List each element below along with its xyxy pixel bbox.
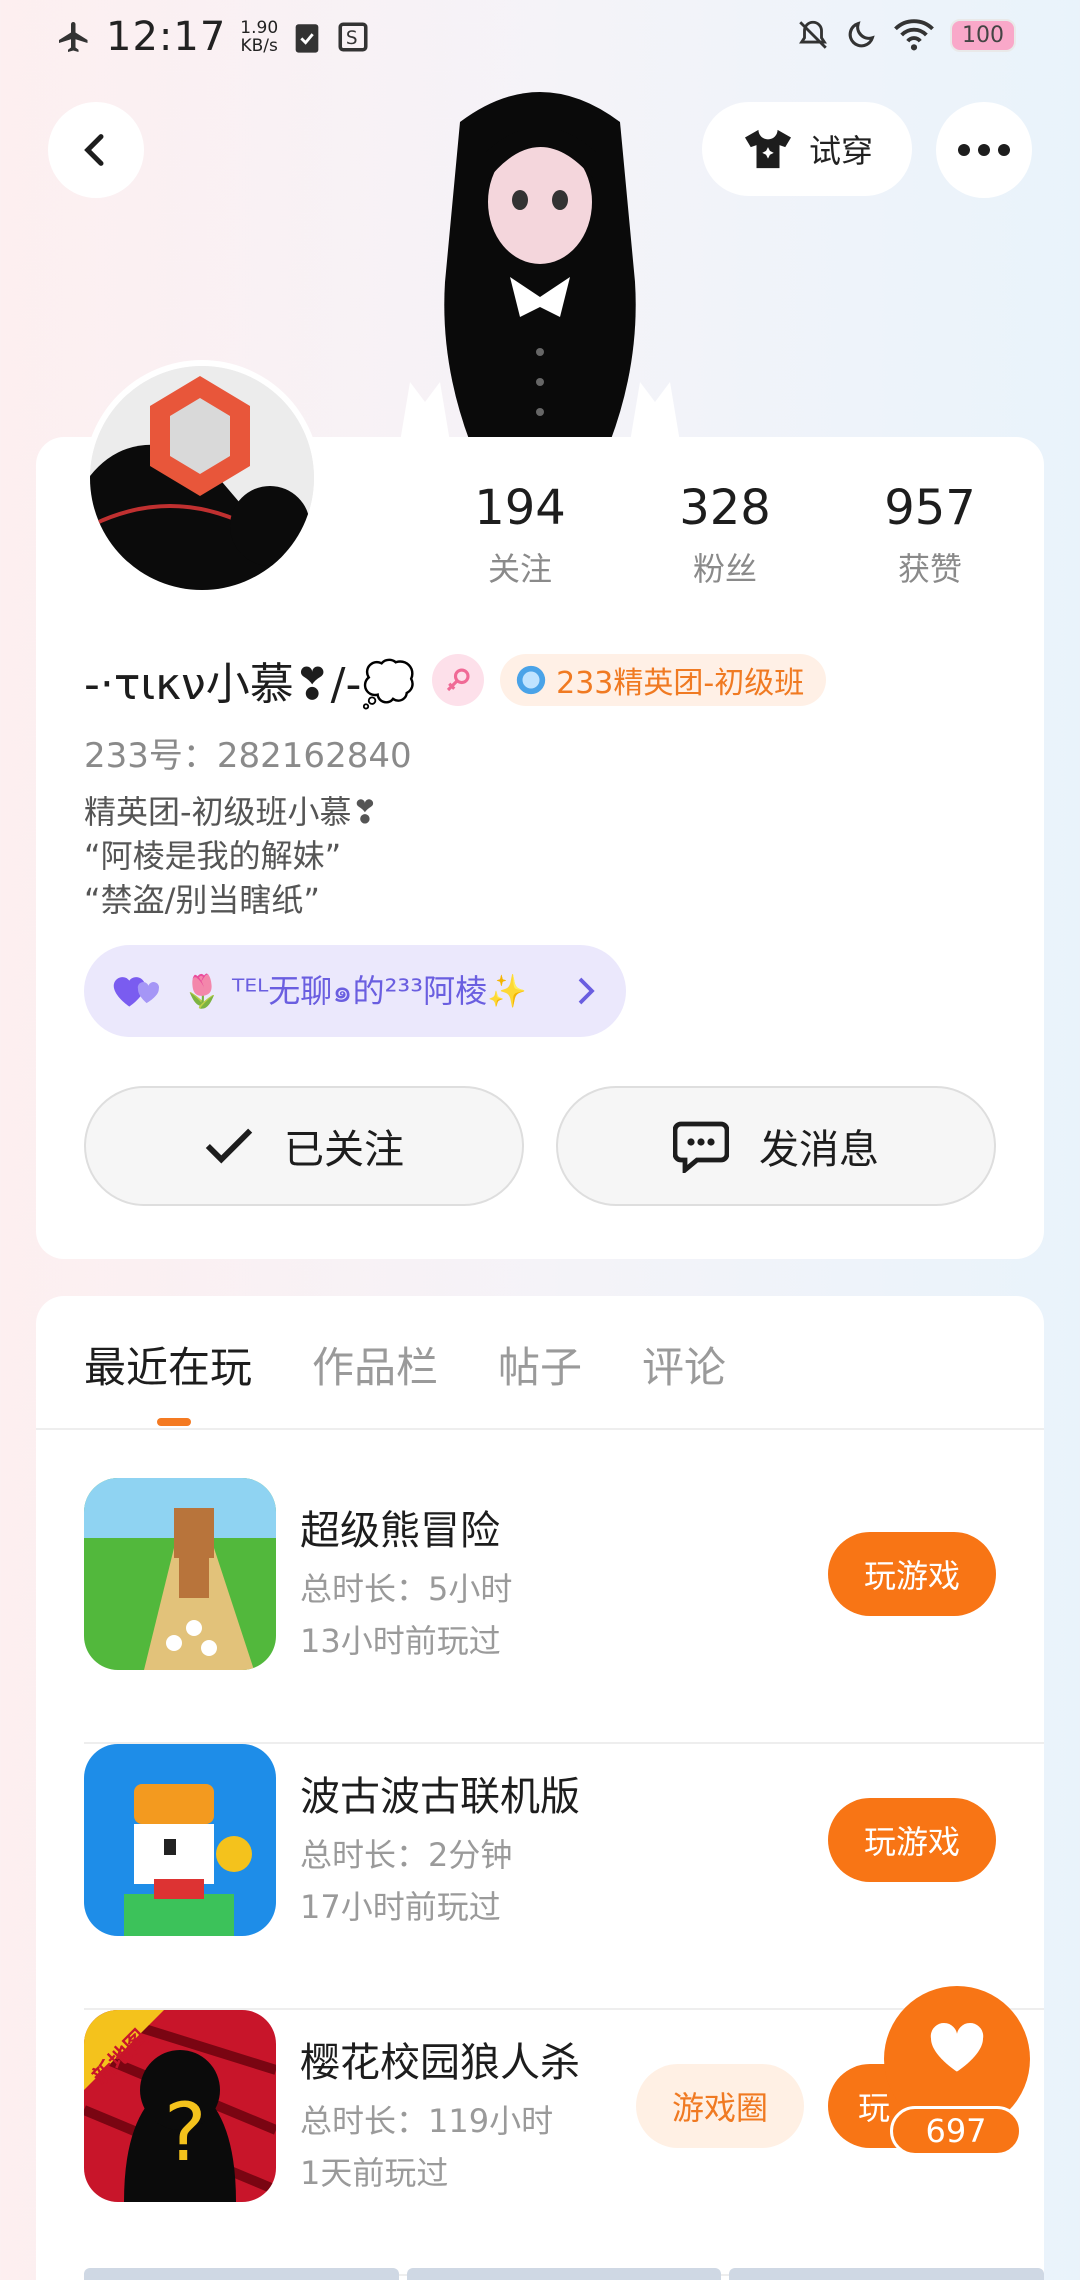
more-dots-icon — [958, 144, 1010, 156]
family-link[interactable]: 🌷 ᵀᴱᴸ无聊๑的²³³阿棱✨ — [84, 945, 626, 1037]
back-button[interactable] — [48, 102, 144, 198]
bio-line: “禁盗/别当瞎纸” — [84, 881, 320, 919]
character-illustration — [400, 92, 680, 442]
game-name: 超级熊冒险 — [300, 1508, 500, 1554]
bell-off-icon — [799, 20, 827, 49]
group-badge[interactable]: 233精英团-初级班 — [500, 654, 827, 706]
game-row[interactable]: 超级熊冒险 总时长：5小时 13小时前玩过 玩游戏 — [84, 1478, 1044, 1744]
tab-recent-play[interactable]: 最近在玩 — [84, 1334, 252, 1395]
nickname: -·τικν小慕❣/-💭 — [84, 659, 417, 710]
network-speed: 1.90 KB/s — [240, 18, 279, 56]
family-name: 🌷 ᵀᴱᴸ无聊๑的²³³阿棱✨ — [182, 971, 527, 1010]
game-last-played: 1天前玩过 — [300, 2154, 449, 2192]
avatar-3d-figure[interactable] — [400, 82, 680, 442]
check-icon — [205, 1128, 253, 1164]
play-game-button[interactable]: 玩游戏 — [828, 1798, 996, 1882]
female-gender-icon — [432, 654, 485, 706]
user-id[interactable]: 233号：282162840 — [84, 728, 412, 777]
play-game-button[interactable]: 玩游戏 — [828, 1532, 996, 1616]
game-name: 樱花校园狼人杀 — [300, 2040, 580, 2086]
status-left: 12:17 1.90 KB/s S — [56, 14, 370, 60]
airplane-icon — [59, 22, 88, 52]
moon-icon — [848, 21, 875, 48]
following-count: 194 — [474, 480, 566, 536]
tabs-divider — [36, 1428, 1044, 1430]
game-duration: 总时长：119小时 — [300, 2102, 554, 2140]
stat-fans[interactable]: 328 粉丝 — [635, 480, 815, 590]
followed-label: 已关注 — [284, 1127, 404, 1173]
like-count: 697 — [890, 2106, 1022, 2156]
tab-posts[interactable]: 帖子 — [498, 1334, 582, 1395]
name-row: -·τικν小慕❣/-💭 233精英团-初级班 — [84, 648, 827, 712]
game-duration: 总时长：2分钟 — [300, 1836, 513, 1874]
heart-icon — [930, 2022, 984, 2072]
game-circle-button[interactable]: 游戏圈 — [636, 2064, 804, 2148]
screenshot-icon: S — [338, 22, 368, 52]
fans-count: 328 — [679, 480, 771, 536]
bio-line: 精英团-初级班小慕❣ — [84, 793, 379, 831]
group-badge-label: 233精英团-初级班 — [556, 666, 805, 701]
clipboard-check-icon — [295, 24, 319, 53]
message-label: 发消息 — [759, 1127, 879, 1173]
likes-label: 获赞 — [897, 550, 962, 588]
profile-tabs: 最近在玩 作品栏 帖子 评论 — [84, 1334, 726, 1395]
hearts-icon — [113, 977, 160, 1007]
chevron-right-icon — [578, 977, 595, 1005]
status-time: 12:17 — [106, 14, 227, 60]
game-icon-bogu — [84, 1744, 276, 1936]
message-button[interactable]: 发消息 — [556, 1086, 996, 1206]
wifi-icon — [894, 19, 934, 51]
bio: 精英团-初级班小慕❣ “阿棱是我的解妹” “禁盗/别当瞎纸” — [84, 790, 378, 922]
game-duration: 总时长：5小时 — [300, 1570, 513, 1608]
stat-likes[interactable]: 957 获赞 — [840, 480, 1020, 590]
shirt-sparkle-icon — [744, 129, 791, 169]
next-row-preview — [84, 2268, 1045, 2280]
battery-indicator: 100 — [950, 18, 1016, 52]
more-button[interactable] — [936, 102, 1032, 198]
tab-works[interactable]: 作品栏 — [312, 1334, 438, 1395]
bio-line: “阿棱是我的解妹” — [84, 837, 342, 875]
badge-medal-icon — [516, 665, 546, 695]
game-last-played: 17小时前玩过 — [300, 1888, 501, 1926]
stat-following[interactable]: 194 关注 — [430, 480, 610, 590]
game-icon-sakura-werewolf: ? 新地图 — [84, 2010, 276, 2202]
game-name: 波古波古联机版 — [300, 1774, 580, 1820]
try-on-label: 试穿 — [808, 132, 873, 170]
likes-count: 957 — [884, 480, 976, 536]
tab-comments[interactable]: 评论 — [642, 1334, 726, 1395]
svg-text:S: S — [346, 28, 358, 49]
following-label: 关注 — [487, 550, 552, 588]
active-tab-indicator — [157, 1418, 191, 1426]
game-icon-super-bear — [84, 1478, 276, 1670]
svg-text:?: ? — [164, 2086, 206, 2179]
status-bar: 12:17 1.90 KB/s S 100 — [0, 0, 1080, 84]
status-right: 100 — [796, 18, 1016, 52]
fans-label: 粉丝 — [692, 550, 757, 588]
followed-button[interactable]: 已关注 — [84, 1086, 524, 1206]
chat-bubble-icon — [673, 1121, 729, 1173]
chevron-left-icon — [84, 134, 104, 166]
avatar-image — [90, 366, 314, 590]
game-row[interactable]: 波古波古联机版 总时长：2分钟 17小时前玩过 玩游戏 — [84, 1744, 1044, 2010]
game-last-played: 13小时前玩过 — [300, 1622, 501, 1660]
avatar[interactable] — [84, 360, 320, 596]
try-on-button[interactable]: 试穿 — [702, 102, 912, 196]
